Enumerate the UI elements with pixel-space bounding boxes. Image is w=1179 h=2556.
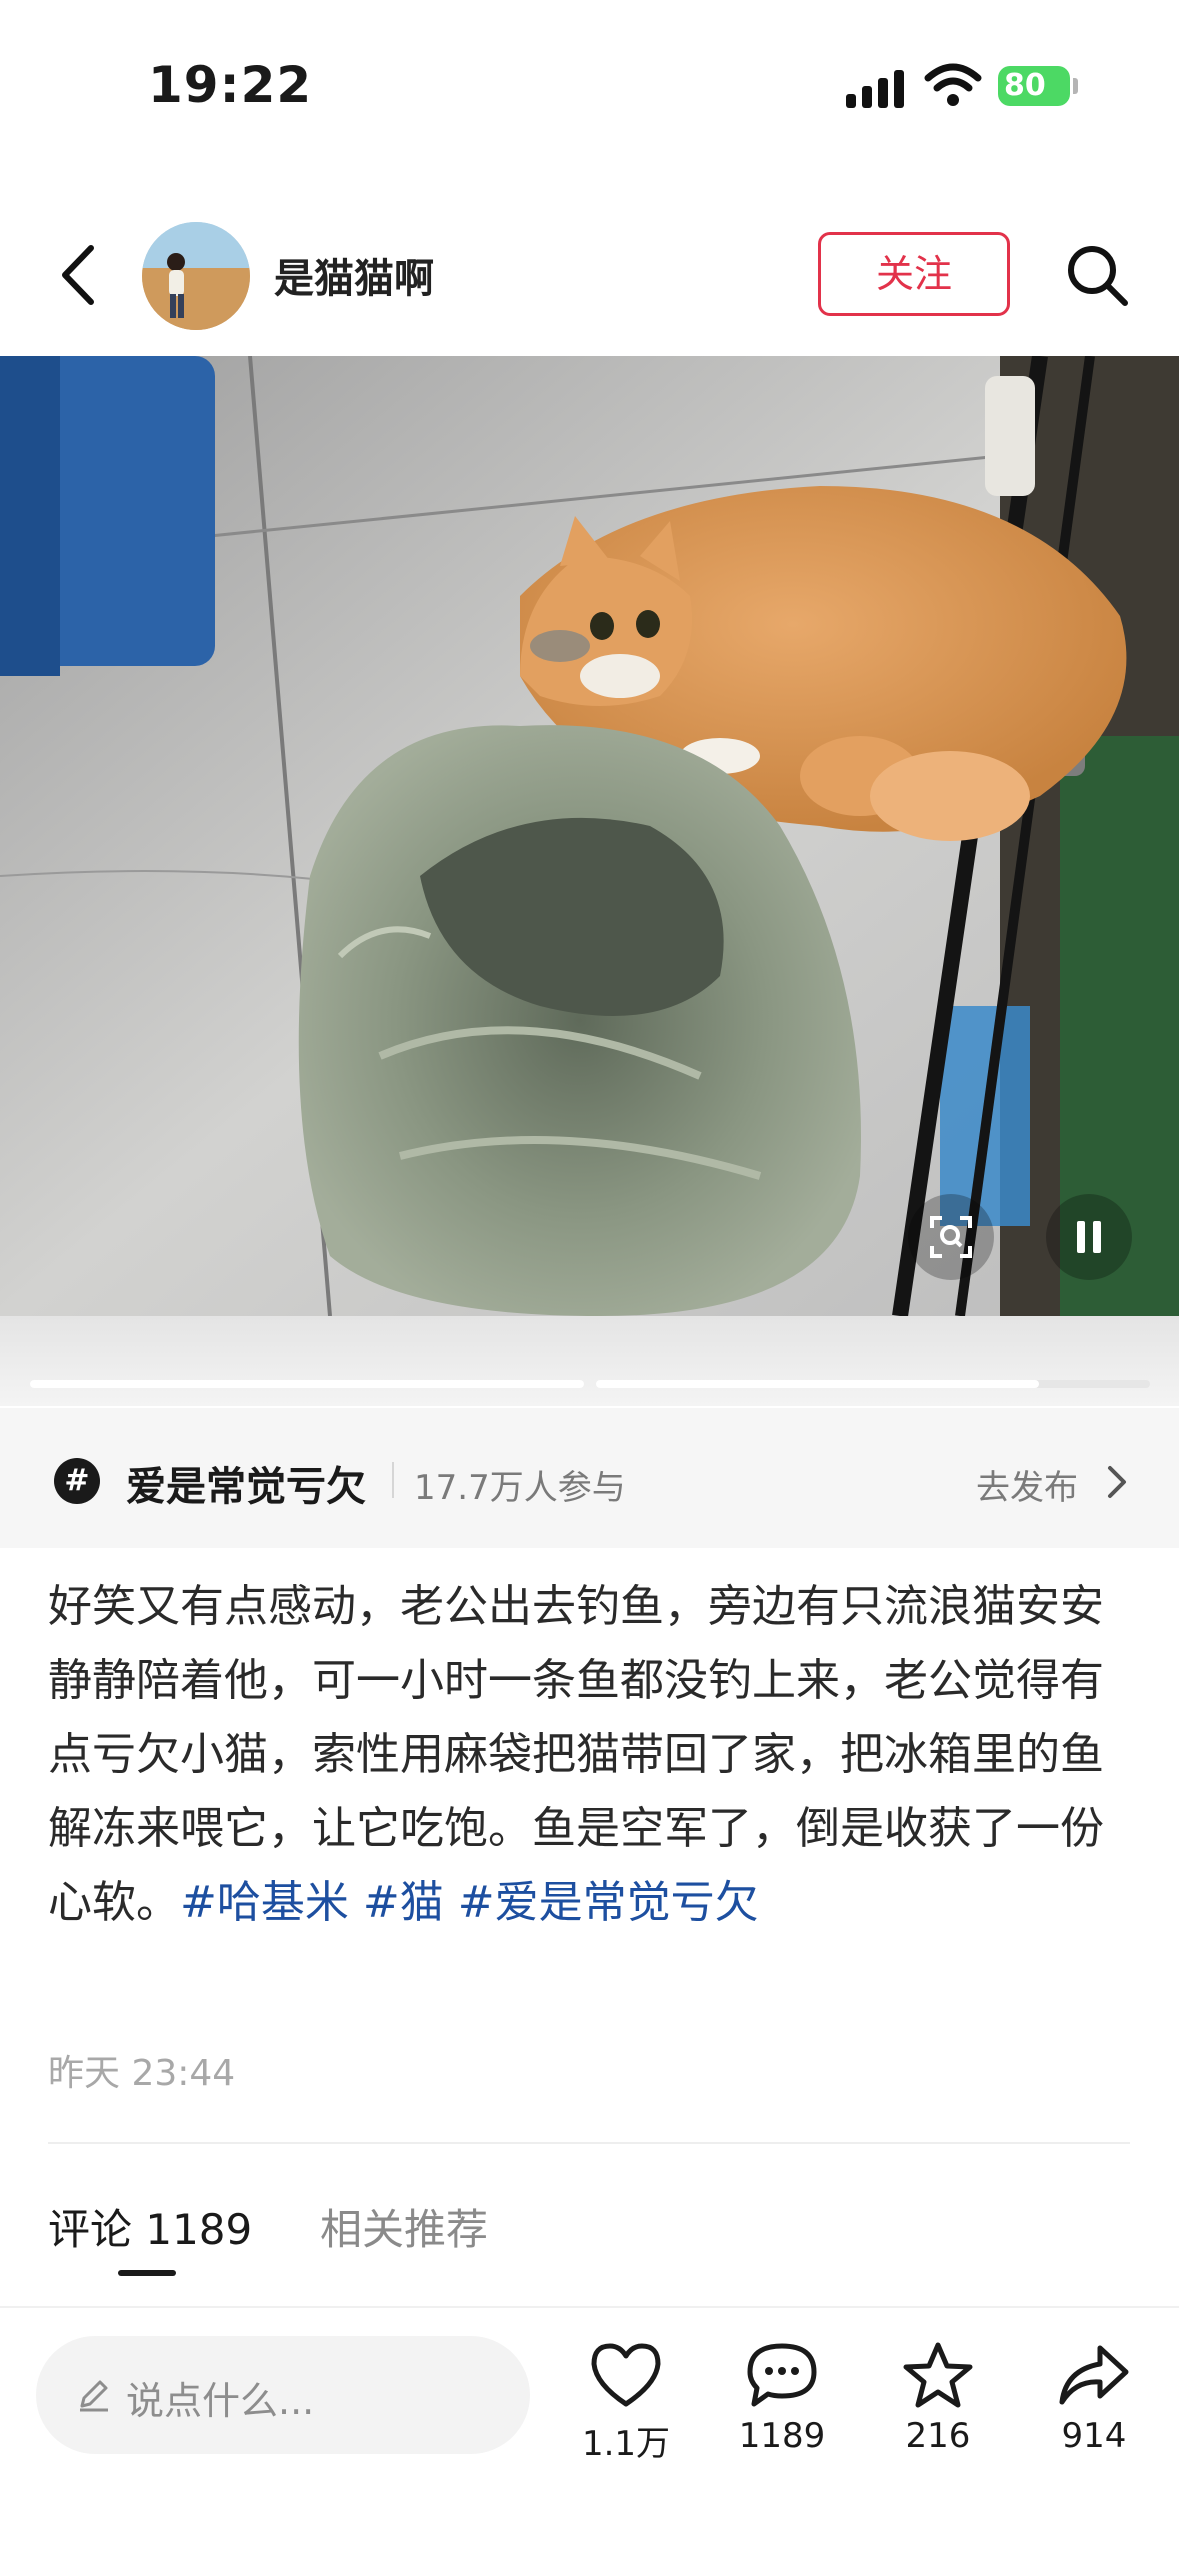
comment-input[interactable]: 说点什么... <box>36 2336 530 2454</box>
hashtag-link[interactable]: #猫 <box>363 1877 444 1928</box>
pause-icon <box>1077 1221 1101 1253</box>
chevron-left-icon <box>62 245 94 305</box>
tab-comments[interactable]: 评论 1189 <box>48 2196 252 2257</box>
active-tab-indicator <box>118 2270 176 2276</box>
author-name[interactable]: 是猫猫啊 <box>274 246 434 304</box>
chevron-right-icon[interactable] <box>1102 1464 1132 1500</box>
image-search-button[interactable] <box>908 1194 994 1280</box>
section-divider <box>48 2142 1130 2144</box>
battery-level: 80 <box>1004 68 1046 103</box>
author-avatar[interactable] <box>142 222 250 330</box>
bottom-action-bar: 说点什么... 1.1万 1189 216 914 <box>0 2306 1179 2556</box>
share-count: 914 <box>1061 2416 1127 2456</box>
hashtag-icon: # <box>54 1458 100 1504</box>
pencil-icon <box>80 2380 108 2412</box>
topic-publish-link[interactable]: 去发布 <box>976 1460 1078 1509</box>
tab-related[interactable]: 相关推荐 <box>320 2196 488 2257</box>
topic-participants: 17.7万人参与 <box>414 1468 626 1508</box>
cat-photo <box>0 356 1179 1316</box>
follow-button[interactable]: 关注 <box>818 232 1010 316</box>
search-icon[interactable] <box>1062 240 1132 310</box>
back-button[interactable] <box>44 238 110 312</box>
post-body: 好笑又有点感动，老公出去钓鱼，旁边有只流浪猫安安静静陪着他，可一小时一条鱼都没钓… <box>48 1570 1138 1940</box>
comment-count: 1189 <box>738 2416 826 2456</box>
post-image[interactable] <box>0 356 1179 1316</box>
heart-icon <box>591 2343 661 2407</box>
comment-bubble-icon <box>747 2343 817 2407</box>
battery-tip <box>1073 78 1078 94</box>
hashtag-link[interactable]: #爱是常觉亏欠 <box>458 1877 759 1928</box>
topic-divider <box>392 1462 394 1498</box>
post-timestamp: 昨天 23:44 <box>48 2053 236 2094</box>
share-button[interactable]: 914 <box>1034 2340 1154 2456</box>
like-count: 1.1万 <box>581 2424 671 2464</box>
hashtag-link[interactable]: #哈基米 <box>180 1877 349 1928</box>
topic-name[interactable]: 爱是常觉亏欠 <box>126 1454 366 1512</box>
avatar-image <box>142 222 250 330</box>
comment-button[interactable]: 1189 <box>722 2340 842 2456</box>
collect-button[interactable]: 216 <box>878 2340 998 2456</box>
status-time: 19:22 <box>148 56 313 114</box>
post-header: 是猫猫啊 关注 <box>0 200 1179 350</box>
media-caption-area <box>0 1316 1179 1406</box>
cellular-signal-icon <box>846 68 906 108</box>
image-progress-1 <box>30 1380 584 1388</box>
wifi-icon <box>924 63 982 106</box>
image-progress-1-fill <box>30 1380 584 1388</box>
comment-placeholder: 说点什么... <box>126 2379 315 2423</box>
image-progress-2 <box>596 1380 1150 1388</box>
like-button[interactable]: 1.1万 <box>566 2340 686 2465</box>
scan-icon <box>930 1216 972 1258</box>
image-progress-2-fill <box>596 1380 1040 1388</box>
status-bar: 19:22 80 <box>0 0 1179 160</box>
battery-icon: 80 <box>998 66 1070 106</box>
share-arrow-icon <box>1059 2345 1129 2405</box>
pause-button[interactable] <box>1046 1194 1132 1280</box>
topic-bar[interactable]: # 爱是常觉亏欠 17.7万人参与 去发布 <box>0 1408 1179 1548</box>
star-icon <box>903 2342 973 2408</box>
collect-count: 216 <box>905 2416 971 2456</box>
post-text: 好笑又有点感动，老公出去钓鱼，旁边有只流浪猫安安静静陪着他，可一小时一条鱼都没钓… <box>48 1581 1104 1928</box>
